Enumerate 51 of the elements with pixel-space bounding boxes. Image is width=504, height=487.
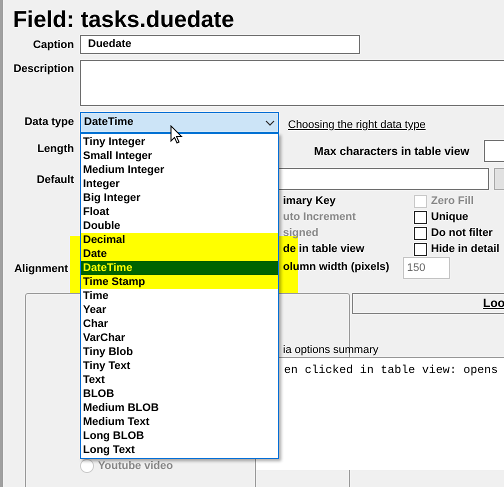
dropdown-item[interactable]: Integer (81, 177, 278, 191)
checkbox[interactable] (414, 210, 427, 224)
caret-icon (265, 120, 275, 126)
dropdown-item[interactable]: Medium Integer (81, 163, 278, 177)
option-label: signed (283, 226, 318, 241)
option-label: de in table view (283, 242, 364, 257)
field-label: Data type (24, 115, 74, 130)
checkbox-label: Zero Fill (431, 194, 474, 209)
description-input[interactable] (80, 60, 504, 106)
field-label: Default (36, 173, 74, 188)
checkbox-label: Hide in detail (431, 242, 500, 257)
checkbox-label: Unique (431, 210, 468, 225)
dropdown-item[interactable]: VarChar (81, 331, 278, 345)
dropdown-item[interactable]: Double (81, 219, 278, 233)
dropdown-item[interactable]: Tiny Integer (81, 135, 278, 149)
option-label: uto Increment (283, 210, 356, 225)
dropdown-item[interactable]: Small Integer (81, 149, 278, 163)
checkbox-label: Do not filter (431, 226, 493, 241)
field-label: Max characters in table view (314, 145, 470, 160)
dropdown-item[interactable]: Decimal (81, 233, 278, 247)
dropdown-item[interactable]: Big Integer (81, 191, 278, 205)
summary-text: en clicked in table view: opens (284, 363, 498, 379)
dropdown-item[interactable]: Date (81, 247, 278, 261)
dropdown-item[interactable]: Text (81, 373, 278, 387)
dropdown-item[interactable]: Char (81, 317, 278, 331)
form-title: Field: tasks.duedate (13, 5, 234, 34)
dropdown-item[interactable]: Long Text (81, 443, 278, 457)
checkbox[interactable] (414, 242, 427, 256)
dropdown-item[interactable]: Tiny Text (81, 359, 278, 373)
field-label: Description (13, 62, 74, 77)
dropdown-item[interactable]: Tiny Blob (81, 345, 278, 359)
dropdown-item[interactable]: Float (81, 205, 278, 219)
max-chars-input[interactable] (484, 140, 504, 162)
field-label: Length (37, 142, 74, 157)
dropdown-item[interactable]: Year (81, 303, 278, 317)
field-label: Alignment (14, 262, 68, 277)
dropdown-item[interactable]: Time Stamp (81, 275, 278, 289)
dropdown-item[interactable]: Long BLOB (81, 429, 278, 443)
field-label: Caption (33, 38, 74, 53)
data-type-select[interactable]: DateTime (80, 112, 279, 133)
help-link[interactable]: Choosing the right data type (288, 117, 426, 134)
option-label: imary Key (283, 194, 336, 209)
dropdown-item[interactable]: Medium BLOB (81, 401, 278, 415)
dropdown-item[interactable]: Medium Text (81, 415, 278, 429)
radio-label: Youtube video (98, 459, 173, 474)
dropdown-item[interactable]: Time (81, 289, 278, 303)
section-heading: ia options summary (283, 343, 378, 358)
caption-input[interactable]: Duedate (80, 35, 360, 54)
dropdown-item[interactable]: DateTime (81, 261, 278, 275)
dropdown-item[interactable]: BLOB (81, 387, 278, 401)
checkbox[interactable] (414, 226, 427, 240)
